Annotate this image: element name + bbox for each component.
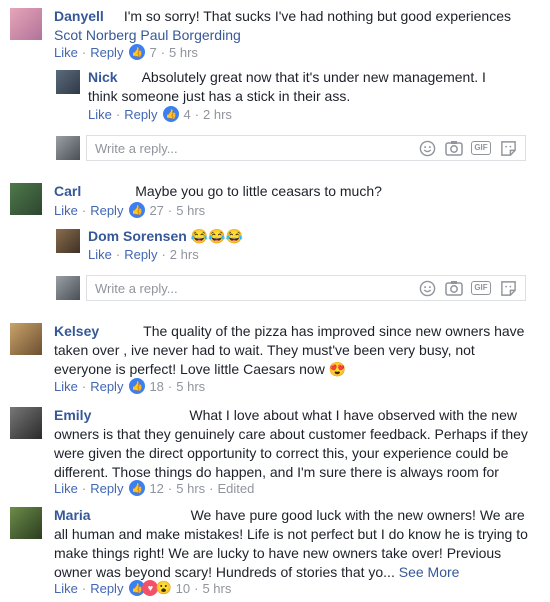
comment-text: I'm so sorry! That sucks I've had nothin… — [123, 8, 511, 24]
reply-placeholder: Write a reply... — [95, 280, 178, 296]
reply-button[interactable]: Reply — [90, 581, 123, 596]
sticker-icon[interactable] — [499, 279, 517, 297]
like-button[interactable]: Like — [54, 379, 78, 394]
tagged-users-link[interactable]: Scot Norberg Paul Borgerding — [54, 27, 241, 43]
edited-label[interactable]: Edited — [218, 481, 255, 496]
reply-input[interactable]: Write a reply... GIF — [86, 275, 526, 301]
reaction-count[interactable]: 10 — [176, 581, 190, 596]
like-reaction-icon: 👍 — [163, 106, 180, 122]
current-user-avatar — [56, 276, 80, 300]
gif-icon[interactable]: GIF — [471, 279, 491, 297]
like-reaction-icon: 👍 — [129, 44, 146, 60]
see-more-link[interactable]: See More — [399, 564, 460, 580]
like-button[interactable]: Like — [54, 203, 78, 218]
comment-author[interactable]: Carl — [54, 183, 81, 199]
timestamp[interactable]: 2 hrs — [203, 107, 232, 122]
like-button[interactable]: Like — [54, 45, 78, 60]
avatar[interactable] — [10, 323, 42, 355]
comment-text: Absolutely great now that it's under new… — [88, 69, 486, 104]
like-reaction-icon: 👍 — [129, 378, 146, 394]
wow-reaction-icon: 😮 — [155, 580, 172, 595]
timestamp[interactable]: 5 hrs — [176, 481, 205, 496]
reply-button[interactable]: Reply — [90, 45, 123, 60]
current-user-avatar — [56, 136, 80, 160]
timestamp[interactable]: 5 hrs — [176, 379, 205, 394]
like-reaction-icon: 👍 — [129, 480, 146, 496]
comment-author[interactable]: Maria — [54, 507, 91, 523]
sticker-icon[interactable] — [499, 139, 517, 157]
comment-author[interactable]: Nick — [88, 69, 118, 85]
comment-text: The quality of the pizza has improved si… — [54, 323, 525, 377]
like-button[interactable]: Like — [88, 107, 112, 122]
comment-author[interactable]: Kelsey — [54, 323, 99, 339]
camera-icon[interactable] — [445, 279, 463, 297]
reply-button[interactable]: Reply — [90, 379, 123, 394]
timestamp[interactable]: 5 hrs — [169, 45, 198, 60]
comment-author[interactable]: Dom Sorensen — [88, 228, 187, 244]
like-button[interactable]: Like — [88, 247, 112, 262]
reply-button[interactable]: Reply — [124, 247, 157, 262]
reply-button[interactable]: Reply — [90, 481, 123, 496]
reaction-count[interactable]: 4 — [183, 107, 190, 122]
like-button[interactable]: Like — [54, 581, 78, 596]
gif-icon[interactable]: GIF — [471, 139, 491, 157]
reaction-count[interactable]: 12 — [149, 481, 163, 496]
comment-text: Maybe you go to little ceasars to much? — [135, 183, 382, 199]
smiley-icon[interactable] — [418, 139, 436, 157]
reply-button[interactable]: Reply — [90, 203, 123, 218]
avatar[interactable] — [10, 8, 42, 40]
avatar[interactable] — [10, 407, 42, 439]
smiley-icon[interactable] — [418, 279, 436, 297]
comment-text: What I love about what I have observed w… — [54, 407, 528, 480]
comment-text: 😂😂😂 — [190, 228, 244, 244]
like-button[interactable]: Like — [54, 481, 78, 496]
avatar[interactable] — [56, 70, 80, 94]
camera-icon[interactable] — [445, 139, 463, 157]
reply-placeholder: Write a reply... — [95, 140, 178, 156]
comment-author[interactable]: Emily — [54, 407, 91, 423]
avatar[interactable] — [10, 183, 42, 215]
comment-author[interactable]: Danyell — [54, 8, 104, 24]
reaction-count[interactable]: 7 — [149, 45, 156, 60]
like-reaction-icon: 👍 — [129, 202, 146, 218]
reaction-count[interactable]: 18 — [149, 379, 163, 394]
reaction-count[interactable]: 27 — [149, 203, 163, 218]
timestamp[interactable]: 5 hrs — [176, 203, 205, 218]
reply-input[interactable]: Write a reply... GIF — [86, 135, 526, 161]
reply-button[interactable]: Reply — [124, 107, 157, 122]
avatar[interactable] — [10, 507, 42, 539]
timestamp[interactable]: 2 hrs — [170, 247, 199, 262]
timestamp[interactable]: 5 hrs — [202, 581, 231, 596]
avatar[interactable] — [56, 229, 80, 253]
